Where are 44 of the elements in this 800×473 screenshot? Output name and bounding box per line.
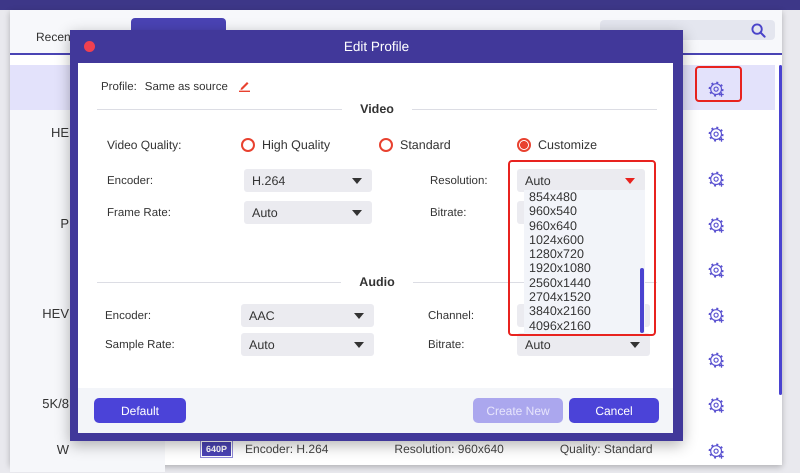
field-label: Encoder: [105, 310, 152, 322]
list-option[interactable]: 960x640 [529, 218, 645, 233]
dropdown[interactable]: AAC [241, 304, 374, 327]
resolution-text: Resolution: 960x640 [394, 442, 504, 456]
format-name: HEV [42, 306, 69, 322]
list-option[interactable]: 4096x2160 [529, 318, 645, 333]
field-label: Channel: [428, 310, 476, 322]
dropdown[interactable]: H.264 [244, 169, 372, 192]
encoder-text: Encoder: H.264 [245, 442, 328, 456]
dialog-button[interactable]: Default [94, 398, 186, 423]
radio-option[interactable]: Standard [379, 138, 517, 152]
list-option[interactable]: 1920x1080 [529, 261, 645, 276]
field-label: Frame Rate: [107, 206, 172, 218]
radio-option[interactable]: Customize [517, 138, 655, 152]
field-label: Video Quality: [107, 138, 182, 152]
dropdown[interactable]: Auto [241, 333, 374, 356]
tab[interactable]: Recen [36, 30, 71, 48]
profile-label: Profile: [101, 81, 137, 93]
list-option[interactable]: 854x480 [529, 190, 645, 204]
field-label: Resolution: [430, 174, 489, 186]
field-label: Encoder: [107, 174, 154, 186]
field-label: Bitrate: [430, 206, 468, 218]
dialog-title: Edit Profile [344, 39, 410, 54]
dropdown[interactable]: Auto [517, 169, 645, 192]
list-option[interactable]: 960x540 [529, 204, 645, 219]
format-name: 5K/8 [42, 396, 69, 412]
dialog-button[interactable]: Cancel [569, 398, 659, 423]
resolution-badge: 640P [202, 442, 232, 456]
section-heading: Audio [359, 275, 395, 289]
radio-option[interactable]: High Quality [241, 138, 379, 152]
field-label: Sample Rate: [105, 338, 176, 350]
profile-value: Same as source [144, 81, 228, 93]
format-name: P [60, 216, 69, 231]
list-option[interactable]: 2560x1440 [529, 276, 645, 290]
list-option[interactable]: 3840x2160 [529, 304, 645, 319]
dropdown[interactable]: Auto [244, 201, 372, 224]
format-name: HE [50, 125, 69, 140]
section-heading: Video [360, 102, 394, 116]
format-name: W [56, 442, 69, 457]
list-option[interactable]: 1280x720 [529, 247, 645, 262]
list-option[interactable]: 1024x600 [529, 232, 645, 248]
list-option[interactable]: 2704x1520 [529, 290, 645, 304]
field-label: Bitrate: [428, 338, 466, 350]
quality-text: Quality: Standard [560, 442, 653, 456]
